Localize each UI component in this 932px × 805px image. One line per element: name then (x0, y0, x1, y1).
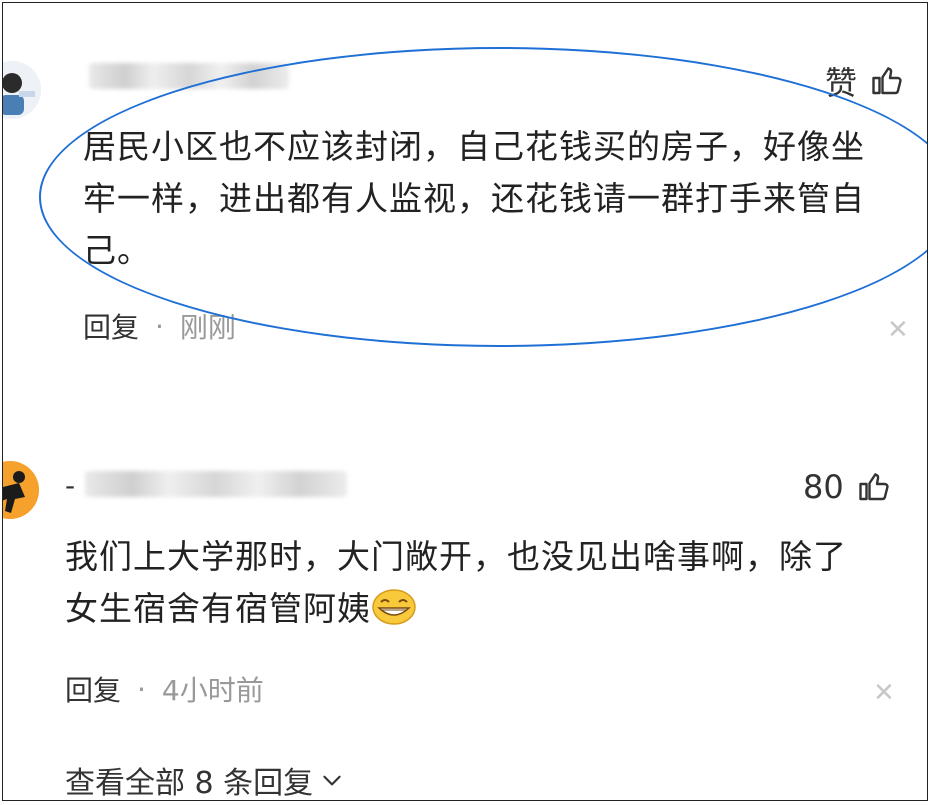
timestamp: 4小时前 (161, 674, 264, 707)
like-count: 80 (803, 468, 844, 506)
grin-emoji-icon (372, 589, 416, 625)
close-icon[interactable]: ✕ (873, 678, 895, 708)
avatar[interactable] (3, 461, 39, 519)
separator-dot: · (137, 672, 146, 706)
comment-2: - 80 我们上大学那时，大门敞开，也没见出啥事啊，除了 女生宿舍有宿管阿姨 回 (3, 3, 927, 801)
view-all-replies-button[interactable]: 查看全部 8 条回复 (65, 758, 345, 801)
username-redacted (85, 471, 347, 497)
thumbs-up-icon (859, 473, 889, 501)
username[interactable]: - (65, 469, 75, 502)
comment-text: 我们上大学那时，大门敞开，也没见出啥事啊，除了 女生宿舍有宿管阿姨 (65, 531, 847, 635)
chevron-down-icon (323, 775, 341, 786)
comment-line: 女生宿舍有宿管阿姨 (65, 589, 371, 628)
comment-meta: 回复 · 4小时前 (65, 669, 264, 709)
reply-button[interactable]: 回复 (65, 669, 121, 709)
view-all-label: 查看全部 8 条回复 (65, 766, 314, 801)
avatar-image (3, 461, 39, 519)
comment-line: 我们上大学那时，大门敞开，也没见出啥事啊，除了 (65, 537, 847, 576)
comment-line-with-emoji: 女生宿舍有宿管阿姨 (65, 583, 847, 635)
like-button[interactable]: 80 (803, 468, 892, 506)
comment-section: 赞 居民小区也不应该封闭，自己花钱买的房子，好像坐 牢一样，进出都有人监视，还花… (2, 2, 928, 801)
